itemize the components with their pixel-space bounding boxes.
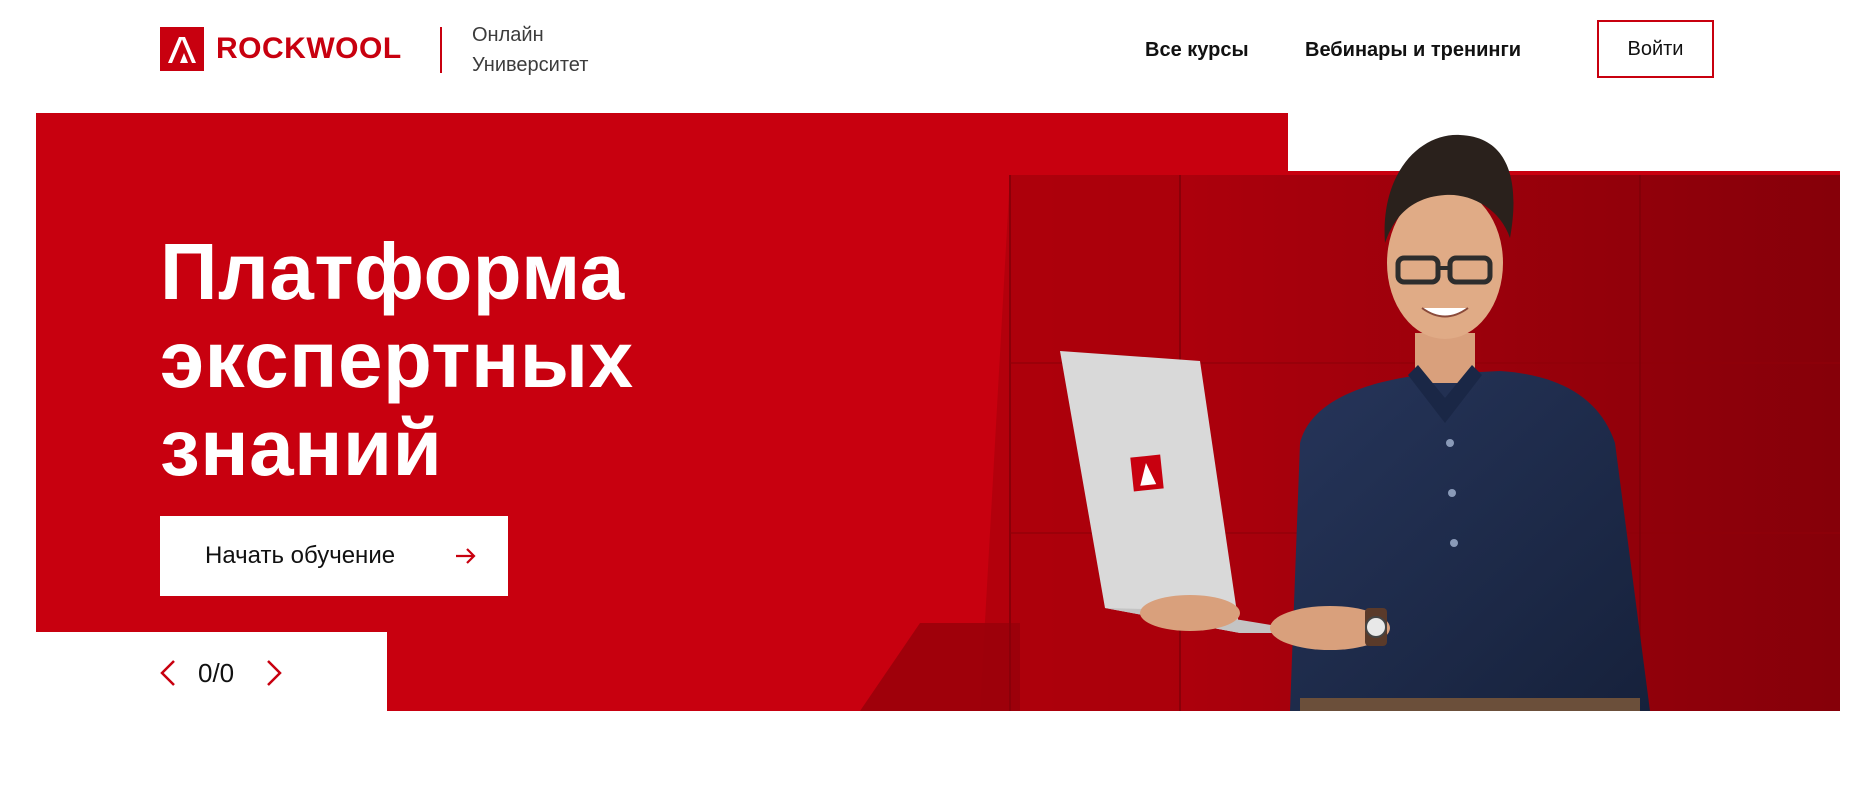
hero-title-line-2: экспертных <box>160 315 634 404</box>
hero-title-line-1: Платформа <box>160 227 625 316</box>
nav-all-courses[interactable]: Все курсы <box>1145 36 1249 64</box>
start-learning-label: Начать обучение <box>205 542 396 569</box>
nav-webinars[interactable]: Вебинары и тренинги <box>1305 36 1521 64</box>
subtitle-line-1: Онлайн <box>472 24 544 46</box>
site-subtitle: Онлайн Университет <box>472 20 588 80</box>
brand-logo[interactable]: ROCKWOOL <box>160 27 402 71</box>
logo-divider <box>440 27 442 73</box>
login-button[interactable]: Войти <box>1597 20 1714 78</box>
chevron-left-icon[interactable] <box>156 655 180 691</box>
brand-name: ROCKWOOL <box>216 32 402 65</box>
arrow-right-icon <box>455 516 477 596</box>
rockwool-logo-icon <box>160 27 204 71</box>
start-learning-button[interactable]: Начать обучение <box>160 516 508 596</box>
site-header: ROCKWOOL Онлайн Университет Все курсы Ве… <box>0 0 1858 100</box>
slider-counter: 0/0 <box>198 658 235 688</box>
hero-illustration <box>860 134 1840 711</box>
hero-title-line-3: знаний <box>160 403 443 492</box>
slider-controls <box>0 632 387 711</box>
chevron-right-icon[interactable] <box>262 655 286 691</box>
subtitle-line-2: Университет <box>472 54 589 76</box>
hero-title: Платформа экспертных знаний <box>160 228 634 492</box>
